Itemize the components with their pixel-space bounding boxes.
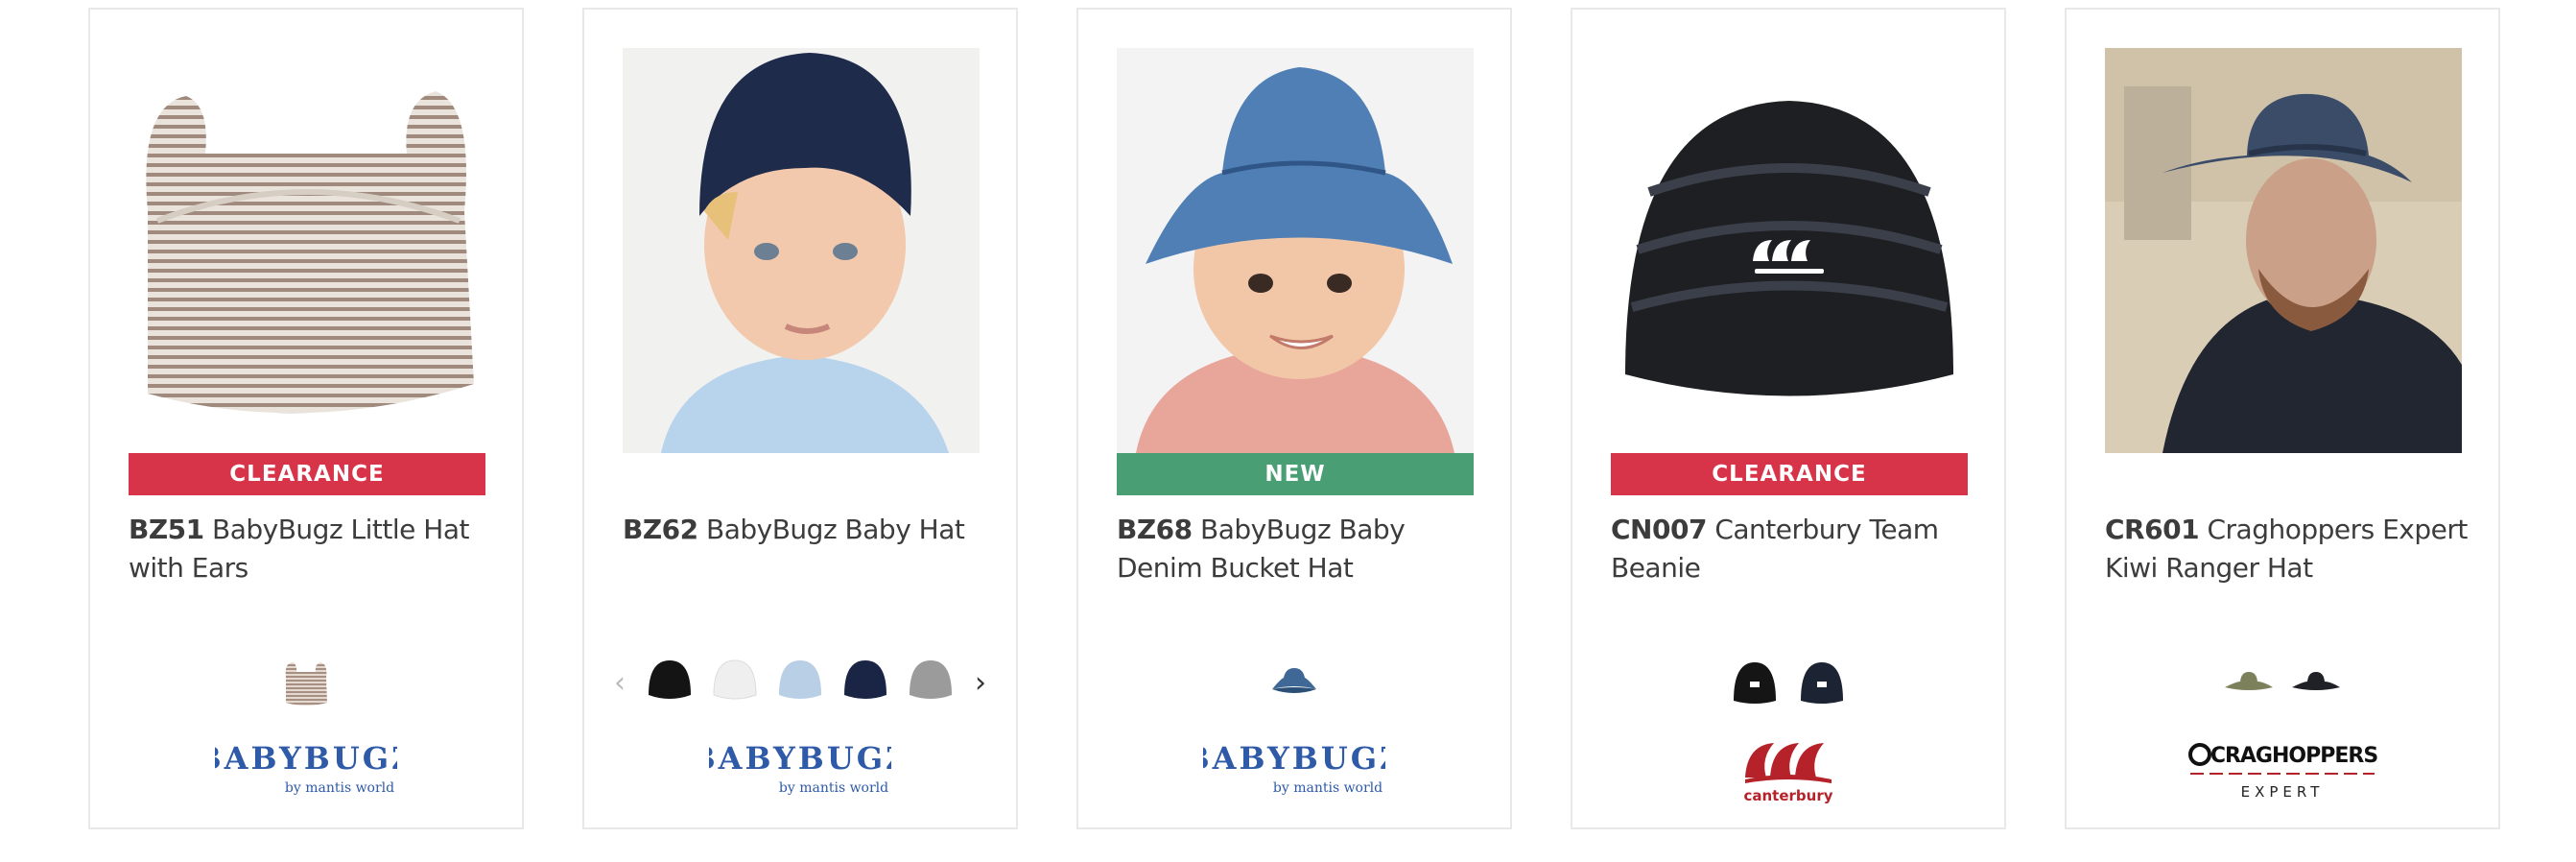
product-image[interactable] [1117, 48, 1474, 453]
striped-ear-hat-image [129, 48, 485, 453]
svg-text:canterbury: canterbury [1743, 787, 1832, 804]
brand-logo-babybugz[interactable]: BABYBUGZ by mantis world [1078, 731, 1510, 808]
chevron-right-icon[interactable]: › [970, 663, 991, 702]
product-code: BZ62 [623, 514, 698, 545]
swatch-black[interactable] [1729, 657, 1781, 708]
brand-logo-craghoppers[interactable]: CRAGHOPPERS EXPERT [2067, 731, 2498, 808]
product-name: BabyBugz Baby Hat [706, 514, 965, 545]
product-image[interactable] [1611, 48, 1968, 453]
swatch-pale-blue[interactable] [774, 657, 826, 708]
denim-bucket-hat-image [1117, 48, 1474, 453]
product-image[interactable] [129, 48, 485, 453]
swatch-black[interactable] [2290, 657, 2342, 708]
product-title[interactable]: CR601 Craghoppers Expert Kiwi Ranger Hat [2105, 511, 2470, 587]
svg-text:EXPERT: EXPERT [2241, 783, 2325, 801]
product-code: BZ51 [129, 514, 204, 545]
clearance-badge: CLEARANCE [129, 453, 485, 495]
product-title[interactable]: CN007 Canterbury Team Beanie [1611, 511, 1975, 587]
swatch-olive[interactable] [2223, 657, 2275, 708]
svg-text:BABYBUGZ: BABYBUGZ [215, 740, 397, 777]
color-swatches [2067, 651, 2498, 714]
color-swatches-carousel: ‹ › [584, 651, 1016, 714]
swatch-oatmeal-stripe[interactable] [280, 657, 332, 708]
product-image[interactable] [623, 48, 980, 453]
svg-text:CRAGHOPPERS: CRAGHOPPERS [2210, 744, 2378, 768]
svg-text:BABYBUGZ: BABYBUGZ [1203, 740, 1385, 777]
product-code: CR601 [2105, 514, 2200, 545]
product-card-cr601[interactable]: CR601 Craghoppers Expert Kiwi Ranger Hat… [2065, 8, 2500, 829]
product-title[interactable]: BZ68 BabyBugz Baby Denim Bucket Hat [1117, 511, 1481, 587]
product-title[interactable]: BZ51 BabyBugz Little Hat with Ears [129, 511, 493, 587]
product-card-bz51[interactable]: CLEARANCE BZ51 BabyBugz Little Hat with … [88, 8, 524, 829]
svg-text:by mantis world: by mantis world [779, 780, 888, 796]
brand-logo-babybugz[interactable]: BABYBUGZ by mantis world [90, 731, 522, 808]
kiwi-ranger-hat-image [2105, 48, 2462, 453]
product-image[interactable] [2105, 48, 2462, 453]
svg-text:BABYBUGZ: BABYBUGZ [709, 740, 891, 777]
product-card-bz62[interactable]: BZ62 BabyBugz Baby Hat ‹ › BABYB [582, 8, 1018, 829]
swatch-navy[interactable] [1796, 657, 1848, 708]
product-title[interactable]: BZ62 BabyBugz Baby Hat [623, 511, 987, 549]
swatch-grey[interactable] [905, 657, 957, 708]
brand-logo-canterbury[interactable]: canterbury [1572, 731, 2004, 808]
clearance-badge: CLEARANCE [1611, 453, 1968, 495]
product-code: CN007 [1611, 514, 1707, 545]
swatch-denim[interactable] [1268, 657, 1320, 708]
swatch-navy[interactable] [839, 657, 891, 708]
baby-hat-image [623, 48, 980, 453]
swatch-white[interactable] [709, 657, 761, 708]
product-code: BZ68 [1117, 514, 1193, 545]
color-swatches [1572, 651, 2004, 714]
color-swatches [90, 651, 522, 714]
color-swatches [1078, 651, 1510, 714]
product-grid: CLEARANCE BZ51 BabyBugz Little Hat with … [0, 0, 2576, 862]
swatch-black[interactable] [644, 657, 696, 708]
new-badge: NEW [1117, 453, 1474, 495]
chevron-left-icon[interactable]: ‹ [609, 663, 630, 702]
svg-text:by mantis world: by mantis world [285, 780, 394, 796]
product-card-cn007[interactable]: CLEARANCE CN007 Canterbury Team Beanie c [1571, 8, 2006, 829]
brand-logo-babybugz[interactable]: BABYBUGZ by mantis world [584, 731, 1016, 808]
product-card-bz68[interactable]: NEW BZ68 BabyBugz Baby Denim Bucket Hat … [1076, 8, 1512, 829]
svg-text:by mantis world: by mantis world [1273, 780, 1383, 796]
canterbury-beanie-image [1611, 48, 1968, 453]
